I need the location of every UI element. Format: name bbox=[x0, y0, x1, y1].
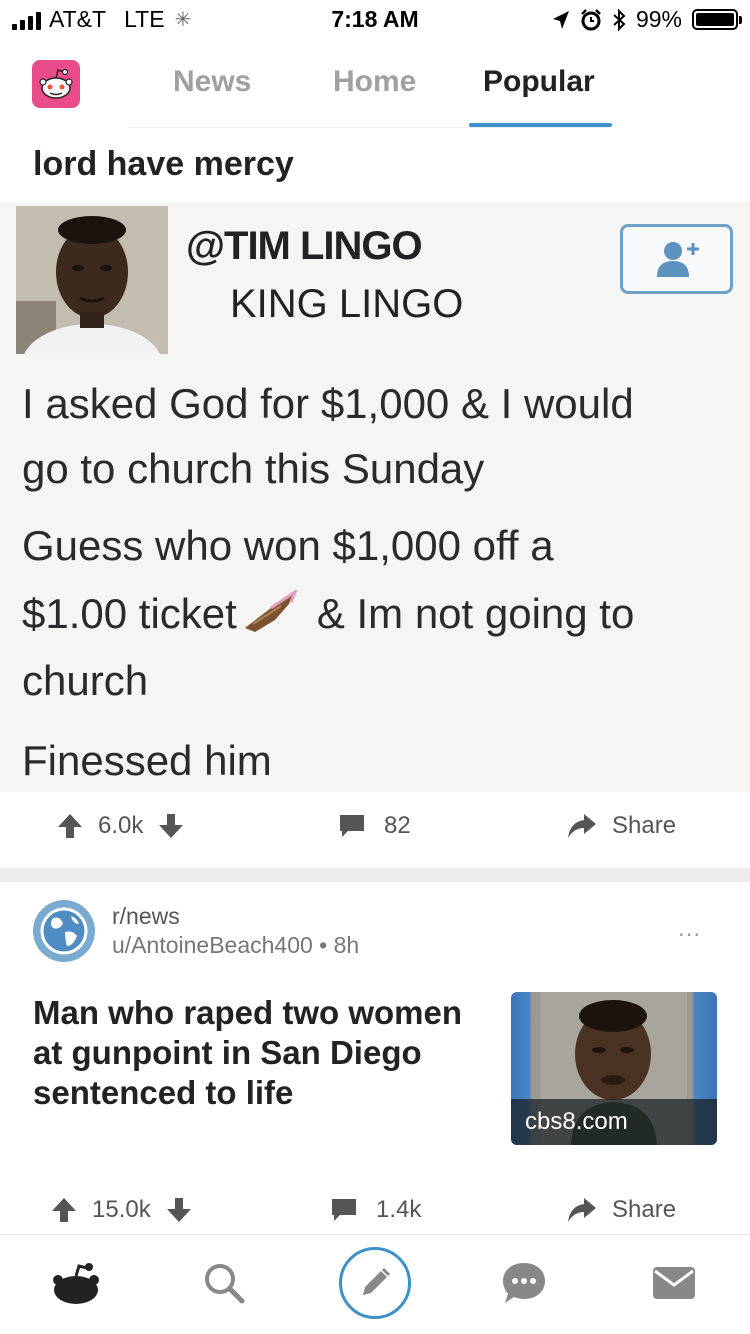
subreddit-name[interactable]: r/news bbox=[112, 903, 180, 930]
meme-text-line: church bbox=[22, 657, 149, 704]
post-action-bar: 15.0k 1.4k Share bbox=[0, 1180, 750, 1240]
upvote-icon[interactable] bbox=[50, 1196, 78, 1224]
share-icon bbox=[568, 814, 596, 838]
vote-score: 6.0k bbox=[98, 812, 144, 839]
post-thumbnail[interactable]: cbs8.com bbox=[511, 992, 717, 1145]
post-age: 8h bbox=[333, 932, 360, 958]
share-label: Share bbox=[612, 812, 677, 839]
share-button[interactable]: Share bbox=[566, 812, 676, 840]
meme-text-fragment: $1.00 ticket bbox=[22, 590, 237, 638]
create-post-icon[interactable] bbox=[339, 1247, 411, 1319]
post-image[interactable]: @TIM LINGO KING LINGO I asked God for $1… bbox=[0, 202, 750, 792]
meme-profile-photo bbox=[16, 206, 168, 354]
share-icon bbox=[568, 1198, 596, 1222]
thumbnail-domain: cbs8.com bbox=[511, 1099, 717, 1145]
comments-button[interactable]: 82 bbox=[338, 812, 411, 840]
share-button[interactable]: Share bbox=[566, 1196, 676, 1224]
vote-score: 15.0k bbox=[92, 1196, 151, 1223]
comment-count: 82 bbox=[384, 812, 411, 839]
bottom-nav bbox=[0, 1234, 750, 1334]
share-label: Share bbox=[612, 1196, 677, 1223]
downvote-icon[interactable] bbox=[165, 1196, 193, 1224]
comment-count: 1.4k bbox=[376, 1196, 422, 1223]
tab-popular[interactable]: Popular bbox=[483, 65, 595, 99]
active-tab-indicator bbox=[469, 123, 612, 127]
post-title[interactable]: Man who raped two women at gunpoint in S… bbox=[33, 993, 493, 1113]
battery-icon bbox=[692, 9, 742, 30]
downvote-icon[interactable] bbox=[157, 812, 185, 840]
post-meta: u/AntoineBeach400 • 8h bbox=[112, 932, 359, 959]
meme-text-line: I asked God for $1,000 & I would bbox=[22, 380, 634, 427]
comment-icon bbox=[332, 1199, 356, 1221]
battery-percent: 99% bbox=[635, 6, 682, 32]
meme-display-name: KING LINGO bbox=[230, 282, 464, 326]
add-user-icon bbox=[620, 224, 733, 294]
comments-button[interactable]: 1.4k bbox=[330, 1196, 421, 1224]
inbox-icon[interactable] bbox=[644, 1253, 704, 1313]
meta-separator: • bbox=[319, 932, 328, 958]
upvote-icon[interactable] bbox=[56, 812, 84, 840]
post-author[interactable]: u/AntoineBeach400 bbox=[112, 932, 313, 958]
status-bar: AT&T LTE ✳ 7:18 AM 99% bbox=[0, 0, 750, 40]
meme-text-line: Finessed him bbox=[22, 737, 272, 784]
hand-rubbing-emoji bbox=[241, 588, 299, 644]
bluetooth-icon bbox=[613, 8, 626, 31]
post-divider bbox=[0, 868, 750, 882]
home-snoo-icon[interactable] bbox=[46, 1253, 106, 1313]
location-icon bbox=[552, 10, 569, 29]
post-title[interactable]: lord have mercy bbox=[33, 145, 294, 184]
post-action-bar: 6.0k 82 Share bbox=[0, 796, 750, 856]
subreddit-globe-icon[interactable] bbox=[33, 900, 95, 962]
feed-tabs: News Home Popular bbox=[128, 40, 612, 128]
meme-text-line: go to church this Sunday bbox=[22, 445, 485, 492]
top-header: News Home Popular bbox=[0, 40, 750, 130]
meme-text-line: $1.00 ticket & Im not going to bbox=[22, 588, 635, 644]
tab-news[interactable]: News bbox=[173, 65, 251, 99]
alarm-icon bbox=[581, 8, 601, 30]
battery-fill bbox=[696, 13, 734, 26]
vote-controls: 6.0k bbox=[56, 812, 185, 840]
comment-icon bbox=[340, 815, 364, 837]
chat-icon[interactable] bbox=[494, 1253, 554, 1313]
vote-controls: 15.0k bbox=[50, 1196, 193, 1224]
more-options-icon[interactable]: ... bbox=[678, 915, 701, 943]
meme-text-line: Guess who won $1,000 off a bbox=[22, 522, 554, 569]
meme-text-fragment: & Im not going to bbox=[316, 590, 635, 638]
meme-handle: @TIM LINGO bbox=[186, 224, 423, 268]
tab-home[interactable]: Home bbox=[333, 65, 416, 99]
status-right: 99% bbox=[552, 6, 742, 33]
reddit-snoo-icon[interactable] bbox=[32, 60, 80, 108]
search-icon[interactable] bbox=[194, 1253, 254, 1313]
